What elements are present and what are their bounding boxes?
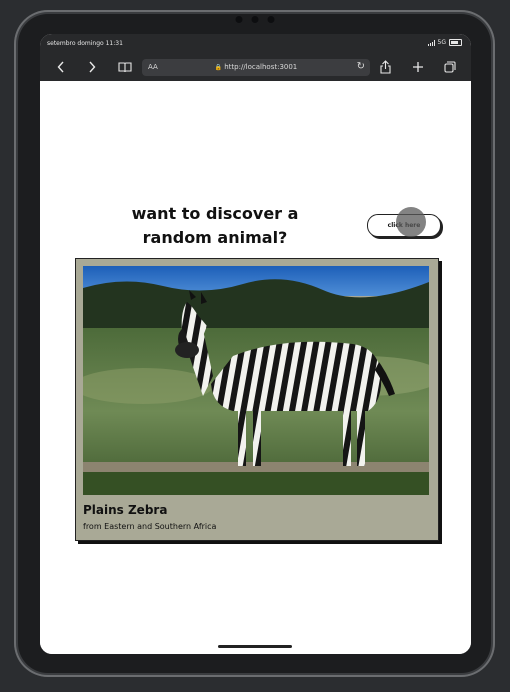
screen: setembro domingo 11:31 5G AA 🔒 http://loc… xyxy=(40,34,471,654)
share-icon[interactable] xyxy=(378,58,392,76)
plus-icon[interactable] xyxy=(411,58,425,76)
network-label: 5G xyxy=(437,39,446,46)
page-title: want to discover a random animal? xyxy=(131,204,299,247)
tabs-icon[interactable] xyxy=(443,58,457,76)
status-bar: setembro domingo 11:31 5G xyxy=(40,34,471,54)
animal-name: Plains Zebra xyxy=(83,503,168,517)
lock-icon: 🔒 xyxy=(214,64,223,71)
animal-photo xyxy=(83,266,429,495)
browser-toolbar: AA 🔒 http://localhost:3001 ↻ xyxy=(40,54,471,81)
page-content: want to discover a random animal? click … xyxy=(40,81,471,654)
status-time: setembro domingo 11:31 xyxy=(47,40,123,47)
animal-card: Plains Zebra from Eastern and Southern A… xyxy=(75,258,439,541)
status-indicators: 5G xyxy=(427,39,462,46)
reload-icon[interactable]: ↻ xyxy=(357,61,365,72)
book-icon[interactable] xyxy=(117,58,133,76)
camera-icon xyxy=(235,16,274,23)
touch-indicator xyxy=(396,207,426,237)
home-indicator[interactable] xyxy=(218,645,292,648)
address-bar[interactable]: AA 🔒 http://localhost:3001 ↻ xyxy=(142,59,370,76)
chevron-left-icon[interactable] xyxy=(54,58,68,76)
battery-icon xyxy=(449,39,462,46)
chevron-right-icon[interactable] xyxy=(85,58,99,76)
animal-origin: from Eastern and Southern Africa xyxy=(83,522,217,531)
url-text: http://localhost:3001 xyxy=(224,63,298,71)
signal-icon xyxy=(427,39,435,46)
url-display: 🔒 http://localhost:3001 xyxy=(142,63,370,71)
